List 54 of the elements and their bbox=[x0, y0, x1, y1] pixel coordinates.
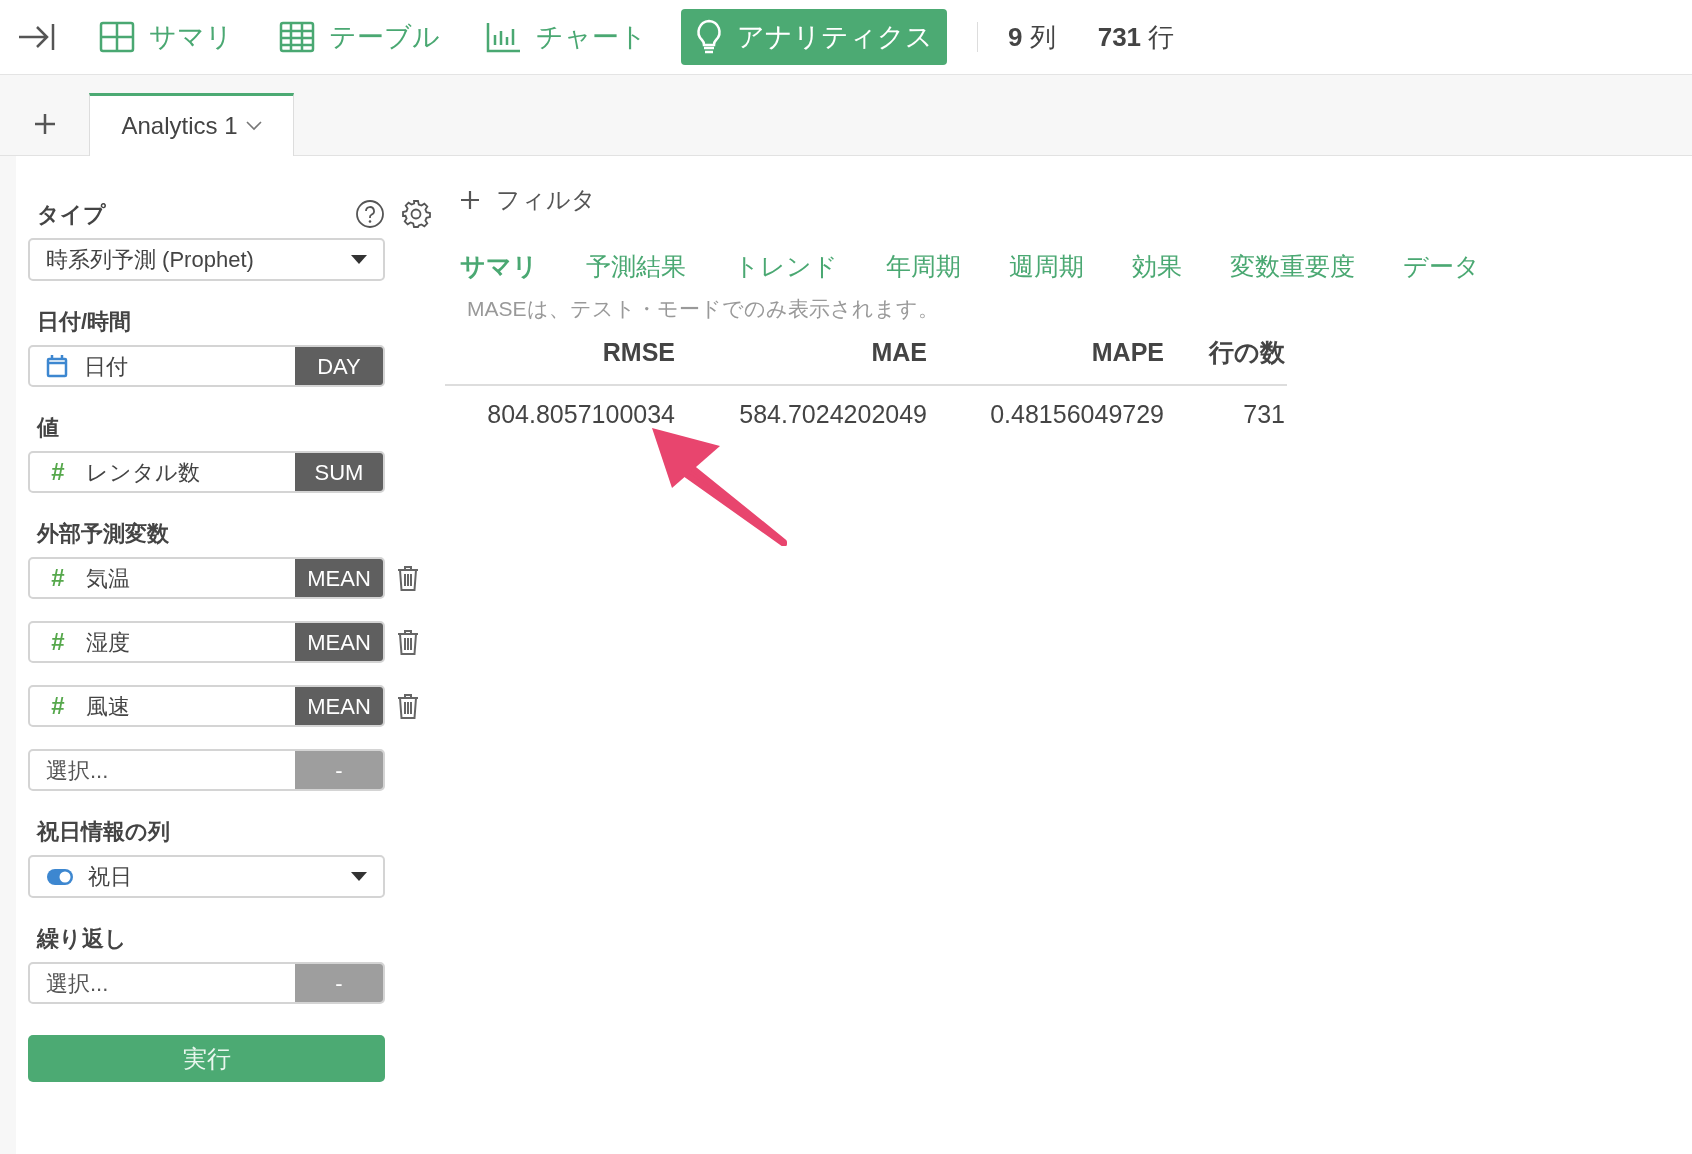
help-icon[interactable] bbox=[355, 199, 385, 229]
field-box[interactable]: 選択... - bbox=[28, 962, 385, 1004]
lightbulb-icon bbox=[695, 19, 723, 55]
aggregation-button[interactable]: MEAN bbox=[295, 687, 383, 725]
section-label: 祝日情報の列 bbox=[37, 817, 170, 846]
section-label: 日付/時間 bbox=[37, 307, 132, 336]
trash-icon[interactable] bbox=[397, 693, 419, 719]
aggregation-button[interactable]: MEAN bbox=[295, 559, 383, 597]
table-cell: 584.7024202049 bbox=[675, 384, 927, 443]
calendar-icon bbox=[46, 354, 68, 378]
table-cell: 0.48156049729 bbox=[927, 384, 1164, 443]
number-type-icon: # bbox=[46, 624, 70, 660]
plus-icon bbox=[460, 190, 480, 210]
dropdown-caret-icon[interactable] bbox=[351, 871, 367, 882]
table-cell: 804.8057100034 bbox=[445, 384, 675, 443]
column-header: MAE bbox=[675, 330, 927, 385]
section-label: 繰り返し bbox=[37, 924, 127, 953]
info-note: MASEは、テスト・モードでのみ表示されます。 bbox=[467, 295, 940, 322]
section-label: タイプ bbox=[37, 200, 106, 229]
aggregation-button[interactable]: MEAN bbox=[295, 623, 383, 661]
dropdown[interactable]: 祝日 bbox=[28, 855, 385, 898]
trash-icon[interactable] bbox=[397, 629, 419, 655]
field-box[interactable]: # 湿度 MEAN bbox=[28, 621, 385, 663]
table-cell: 731 bbox=[1164, 384, 1287, 443]
number-type-icon: # bbox=[46, 560, 70, 596]
bar-chart-icon bbox=[486, 21, 522, 53]
toggle-switch[interactable] bbox=[46, 867, 74, 886]
section-label: 外部予測変数 bbox=[37, 519, 169, 548]
field-box[interactable]: # 気温 MEAN bbox=[28, 557, 385, 599]
collapse-icon[interactable] bbox=[17, 22, 55, 52]
analytics-tab[interactable]: Analytics 1 bbox=[89, 93, 294, 156]
plus-icon bbox=[33, 113, 56, 135]
column-count: 9 列 bbox=[1008, 20, 1056, 54]
field-box[interactable]: 選択... - bbox=[28, 749, 385, 791]
row-count: 731 行 bbox=[1097, 20, 1175, 54]
dropdown-caret-icon[interactable] bbox=[351, 254, 367, 265]
chevron-down-icon[interactable] bbox=[245, 121, 262, 131]
add-filter-button[interactable]: フィルタ bbox=[445, 183, 596, 217]
dropdown[interactable]: 時系列予測 (Prophet) bbox=[28, 238, 385, 281]
settings-icon[interactable] bbox=[401, 199, 431, 229]
number-type-icon: # bbox=[46, 454, 70, 490]
table-icon bbox=[279, 21, 315, 53]
number-type-icon: # bbox=[46, 688, 70, 724]
aggregation-button[interactable]: DAY bbox=[295, 347, 383, 385]
column-header: MAPE bbox=[927, 330, 1164, 385]
field-box[interactable]: # 風速 MEAN bbox=[28, 685, 385, 727]
aggregation-button[interactable]: SUM bbox=[295, 453, 383, 491]
trash-icon[interactable] bbox=[397, 565, 419, 591]
field-box[interactable]: 日付 DAY bbox=[28, 345, 385, 387]
grid-icon bbox=[99, 21, 135, 53]
column-header: 行の数 bbox=[1164, 330, 1287, 385]
section-label: 値 bbox=[37, 413, 59, 442]
field-box[interactable]: # レンタル数 SUM bbox=[28, 451, 385, 493]
column-header: RMSE bbox=[445, 330, 675, 385]
